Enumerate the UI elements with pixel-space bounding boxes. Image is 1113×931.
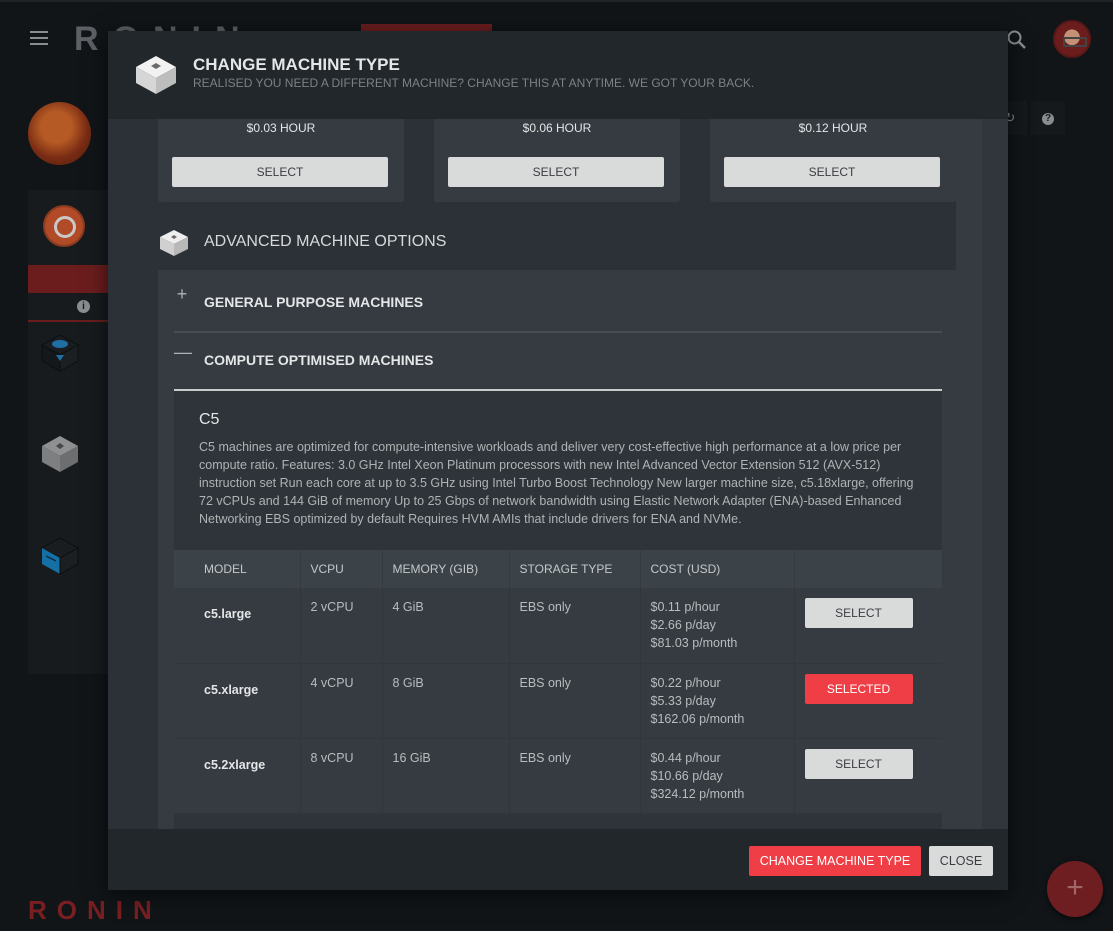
expand-plus-icon: +	[176, 284, 188, 304]
change-machine-type-modal: CHANGE MACHINE TYPE REALISED YOU NEED A …	[108, 31, 1008, 890]
cost-month: $324.12 p/month	[650, 786, 745, 801]
change-machine-type-button[interactable]: CHANGE MACHINE TYPE	[749, 846, 921, 876]
cell-memory: 16 GiB	[381, 738, 509, 814]
col-vcpu: VCPU	[299, 550, 382, 588]
advanced-cube-icon	[160, 230, 188, 256]
cost-day: $5.33 p/day	[650, 693, 716, 708]
project-avatar-planet	[28, 102, 91, 165]
plan-select-button[interactable]: SELECT	[724, 157, 940, 187]
accordion-general-purpose[interactable]: + GENERAL PURPOSE MACHINES	[174, 270, 942, 328]
scrollbar-track[interactable]	[982, 119, 1008, 829]
machine-table: MODEL VCPU MEMORY (GIB) STORAGE TYPE COS…	[174, 550, 942, 814]
cell-action: SELECT	[793, 738, 942, 814]
modal-body: $0.03 HOUR SELECT $0.06 HOUR SELECT $0.1…	[108, 119, 1008, 829]
machine-icon-blue-top	[40, 334, 80, 372]
plan-price: $0.03 HOUR	[246, 121, 316, 135]
cost-day: $10.66 p/day	[650, 768, 723, 783]
cost-hour: $0.11 p/hour	[650, 600, 720, 614]
tab-underline	[28, 320, 108, 322]
modal-title: CHANGE MACHINE TYPE	[193, 55, 400, 74]
cell-model: c5.xlarge	[174, 663, 300, 739]
cell-storage: EBS only	[508, 588, 640, 664]
modal-footer: CHANGE MACHINE TYPE CLOSE	[108, 829, 1008, 890]
search-icon[interactable]	[1006, 29, 1028, 51]
collapse-minus-icon: —	[174, 342, 192, 362]
close-button[interactable]: CLOSE	[929, 846, 993, 876]
user-avatar[interactable]	[1053, 20, 1091, 58]
plan-price: $0.12 HOUR	[798, 121, 868, 135]
family-name: C5	[199, 411, 220, 428]
cell-action: SELECT	[793, 588, 942, 664]
col-memory: MEMORY (GIB)	[381, 550, 509, 588]
plan-card: $0.12 HOUR SELECT	[710, 119, 956, 202]
help-button[interactable]: ?	[1031, 101, 1065, 135]
help-icon: ?	[1042, 112, 1054, 125]
plan-card: $0.06 HOUR SELECT	[434, 119, 680, 202]
modal-subtitle: REALISED YOU NEED A DIFFERENT MACHINE? C…	[193, 76, 755, 90]
accordion-compute-optimised[interactable]: — COMPUTE OPTIMISED MACHINES	[174, 328, 942, 386]
select-button[interactable]: SELECT	[804, 748, 913, 779]
cell-memory: 4 GiB	[381, 588, 509, 664]
machine-cube-icon	[136, 56, 176, 94]
footer-logo: RONIN	[28, 895, 162, 925]
cell-vcpu: 2 vCPU	[299, 588, 382, 664]
cell-cost: $0.44 p/hour $10.66 p/day $324.12 p/mont…	[639, 738, 794, 814]
modal-header: CHANGE MACHINE TYPE REALISED YOU NEED A …	[108, 31, 1008, 119]
cell-model: c5.2xlarge	[174, 738, 300, 814]
plan-price: $0.06 HOUR	[522, 121, 592, 135]
plan-select-button[interactable]: SELECT	[172, 157, 388, 187]
cell-cost: $0.11 p/hour $2.66 p/day $81.03 p/month	[639, 588, 794, 664]
plan-card: $0.03 HOUR SELECT	[158, 119, 404, 202]
modal-body-content: $0.03 HOUR SELECT $0.06 HOUR SELECT $0.1…	[134, 119, 956, 829]
col-cost: COST (USD)	[639, 550, 794, 588]
scrollbar-thumb[interactable]	[956, 119, 982, 829]
machine-icon-grey	[42, 436, 78, 472]
machine-icon-storage	[40, 537, 80, 575]
cell-memory: 8 GiB	[381, 663, 509, 739]
col-action	[793, 550, 942, 588]
ubuntu-icon	[43, 205, 85, 247]
accordion-label: GENERAL PURPOSE MACHINES	[204, 294, 424, 310]
cell-model: c5.large	[174, 588, 300, 664]
cost-hour: $0.22 p/hour	[650, 675, 721, 690]
table-row: c5.2xlarge 8 vCPU 16 GiB EBS only $0.44 …	[174, 738, 942, 814]
cell-cost: $0.22 p/hour $5.33 p/day $162.06 p/month	[639, 663, 794, 739]
selected-button[interactable]: SELECTED	[804, 673, 913, 704]
panel-red-header	[28, 265, 108, 293]
plan-select-button[interactable]: SELECT	[448, 157, 664, 187]
table-row: c5.large 2 vCPU 4 GiB EBS only $0.11 p/h…	[174, 588, 942, 664]
advanced-options-title: ADVANCED MACHINE OPTIONS	[204, 233, 447, 250]
cell-storage: EBS only	[508, 738, 640, 814]
family-description: C5 machines are optimized for compute-in…	[199, 440, 914, 526]
cell-action: SELECTED	[793, 663, 942, 739]
select-button[interactable]: SELECT	[804, 598, 913, 628]
cell-vcpu: 8 vCPU	[299, 738, 382, 814]
info-icon[interactable]: i	[77, 300, 90, 313]
app-root: RONIN i ↻ ? RONIN +	[0, 0, 1113, 931]
cell-storage: EBS only	[508, 663, 640, 739]
cost-month: $162.06 p/month	[650, 711, 745, 726]
cost-month: $81.03 p/month	[650, 636, 738, 650]
hamburger-menu-icon[interactable]	[30, 31, 48, 45]
col-model: MODEL	[174, 550, 300, 588]
col-storage: STORAGE TYPE	[508, 550, 640, 588]
table-header-row: MODEL VCPU MEMORY (GIB) STORAGE TYPE COS…	[174, 550, 942, 588]
machine-family-c5: C5 C5 machines are optimized for compute…	[174, 391, 942, 829]
cost-hour: $0.44 p/hour	[650, 750, 721, 765]
machine-accordion: + GENERAL PURPOSE MACHINES — COMPUTE OPT…	[158, 270, 956, 829]
table-row: c5.xlarge 4 vCPU 8 GiB EBS only $0.22 p/…	[174, 663, 942, 739]
cell-vcpu: 4 vCPU	[299, 663, 382, 739]
accordion-label: COMPUTE OPTIMISED MACHINES	[204, 352, 434, 368]
add-fab-button[interactable]: +	[1047, 861, 1103, 917]
cost-day: $2.66 p/day	[650, 618, 716, 632]
